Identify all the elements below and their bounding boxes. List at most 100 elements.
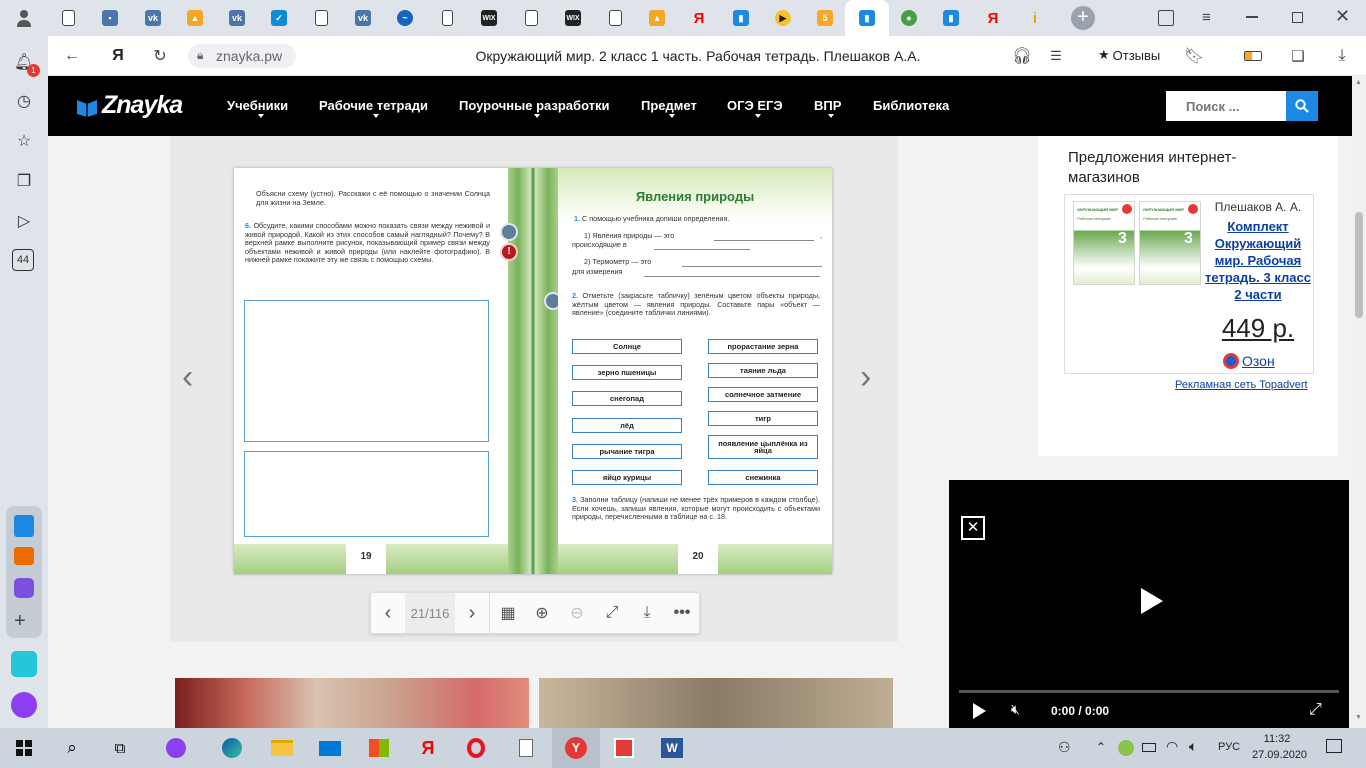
wifi-icon[interactable]: ◠: [1166, 738, 1178, 755]
tab-book-2[interactable]: ▮: [931, 0, 971, 36]
search-input[interactable]: [1166, 91, 1286, 121]
add-app-icon[interactable]: +: [14, 610, 26, 633]
tab-image[interactable]: ▲: [175, 0, 215, 36]
page-indicator[interactable]: 21/116: [405, 593, 455, 633]
answer-line-2b[interactable]: [644, 276, 820, 277]
star-icon[interactable]: ☆: [12, 129, 36, 153]
windows-start-icon[interactable]: [0, 728, 48, 768]
next-page-arrow[interactable]: ›: [860, 360, 871, 394]
nav-workbooks[interactable]: Рабочие тетради: [319, 98, 428, 118]
shop-link[interactable]: Озон: [1223, 353, 1275, 369]
object-box[interactable]: рычание тигра: [572, 444, 682, 459]
search-button[interactable]: [1286, 91, 1318, 121]
tab-vk[interactable]: vk: [133, 0, 173, 36]
extensions-icon[interactable]: ❏: [1286, 44, 1310, 68]
tab-doc[interactable]: [48, 0, 88, 36]
zoom-out-icon[interactable]: ⊖: [562, 593, 592, 633]
tray-chevron-icon[interactable]: ⌃: [1096, 740, 1106, 754]
object-box[interactable]: Солнце: [572, 339, 682, 354]
opera-icon[interactable]: [452, 728, 500, 768]
nav-subject[interactable]: Предмет: [641, 98, 697, 118]
product-cover[interactable]: ОКРУЖАЮЩИЙ МИР Рабочая тетрадь 3: [1073, 201, 1135, 285]
fullscreen-icon[interactable]: ⤢: [597, 593, 627, 633]
product-link[interactable]: Комплект Окружающий мир. Рабочая тетрадь…: [1205, 218, 1311, 303]
prev-page-arrow[interactable]: ‹: [182, 360, 193, 394]
yandex-app-icon[interactable]: Y: [552, 728, 600, 768]
phenomenon-box[interactable]: прорастание зерна: [708, 339, 818, 354]
mail-icon[interactable]: [306, 728, 354, 768]
object-box[interactable]: снегопад: [572, 391, 682, 406]
scroll-down-icon[interactable]: ▼: [1355, 714, 1362, 721]
play-icon[interactable]: [1141, 588, 1163, 614]
play-small-icon[interactable]: [973, 703, 986, 719]
close-icon[interactable]: ✕: [961, 516, 985, 540]
clock-date[interactable]: 27.09.2020: [1252, 749, 1307, 761]
tab-wix[interactable]: WIX: [469, 0, 509, 36]
phenomenon-box[interactable]: солнечное затмение: [708, 387, 818, 402]
tab-feather[interactable]: ~: [385, 0, 425, 36]
back-icon[interactable]: ←: [60, 44, 84, 68]
tray-app-icon[interactable]: [1118, 740, 1134, 756]
battery-icon[interactable]: [1244, 51, 1262, 61]
history-icon[interactable]: ◷: [12, 89, 36, 113]
video-progress[interactable]: [959, 690, 1339, 693]
close-window-icon[interactable]: ✕: [1335, 6, 1350, 27]
language-indicator[interactable]: РУС: [1218, 741, 1240, 753]
store-icon[interactable]: [355, 728, 403, 768]
download-icon[interactable]: ⤓: [632, 593, 662, 633]
fullscreen-icon[interactable]: ⤢: [1309, 701, 1322, 719]
nav-textbooks[interactable]: Учебники: [227, 98, 288, 118]
tab-yandex-2[interactable]: Я: [973, 0, 1013, 36]
nav-oge-ege[interactable]: ОГЭ ЕГЭ: [727, 98, 783, 118]
tab-image-2[interactable]: ▲: [637, 0, 677, 36]
mail-app-icon[interactable]: [14, 547, 34, 565]
object-box[interactable]: яйцо курицы: [572, 470, 682, 485]
edge-icon[interactable]: [208, 728, 256, 768]
people-icon[interactable]: ⚇: [1058, 739, 1071, 756]
collections-icon[interactable]: ❐: [12, 169, 36, 193]
tab-wix-2[interactable]: WIX: [553, 0, 593, 36]
product-price[interactable]: 449 р.: [1205, 313, 1311, 344]
url-field[interactable]: 🔒︎ znayka.pw: [188, 44, 296, 68]
new-tab-button[interactable]: +: [1071, 6, 1095, 30]
phenomenon-box[interactable]: тигр: [708, 411, 818, 426]
more-options-icon[interactable]: •••: [667, 593, 697, 633]
tab-doc-2[interactable]: [301, 0, 341, 36]
phenomenon-box[interactable]: появление цыплёнка из яйца: [708, 435, 818, 459]
scrollbar-thumb[interactable]: [1355, 212, 1363, 318]
grid-view-icon[interactable]: ▦: [493, 593, 523, 633]
word-icon[interactable]: W: [648, 728, 696, 768]
alice-icon[interactable]: [11, 692, 37, 718]
tab-vk-2[interactable]: vk: [217, 0, 257, 36]
restore-icon[interactable]: [1292, 12, 1303, 23]
nav-library[interactable]: Библиотека: [873, 98, 949, 113]
tab-chat[interactable]: ▪: [90, 0, 130, 36]
reviews-button[interactable]: ★ Отзывы: [1092, 44, 1166, 66]
tab-leaf[interactable]: ●: [889, 0, 929, 36]
tab-yandex[interactable]: Я: [679, 0, 719, 36]
tab-check[interactable]: ✓: [259, 0, 299, 36]
tab-bookmark[interactable]: [427, 0, 467, 36]
product-cover-2[interactable]: ОКРУЖАЮЩИЙ МИР Рабочая тетрадь 3: [1139, 201, 1201, 285]
notepad-icon[interactable]: [502, 728, 550, 768]
task-view-icon[interactable]: ⧉: [96, 728, 144, 768]
phenomenon-box[interactable]: таяние льда: [708, 363, 818, 378]
video-app-icon[interactable]: [11, 651, 37, 677]
search-icon[interactable]: ⌕: [48, 728, 96, 768]
tab-coin[interactable]: 5: [805, 0, 845, 36]
docs-app-icon[interactable]: [14, 515, 34, 537]
yandex-home-icon[interactable]: Я: [106, 44, 130, 68]
next-page-button[interactable]: ›: [457, 593, 487, 633]
play-circle-icon[interactable]: ▷: [12, 209, 36, 233]
prev-page-button[interactable]: ‹: [373, 593, 403, 633]
object-box[interactable]: лёд: [572, 418, 682, 433]
tab-vk-3[interactable]: vk: [343, 0, 383, 36]
yandex-browser-icon[interactable]: Я: [404, 728, 452, 768]
messenger-app-icon[interactable]: [14, 578, 34, 598]
menu-icon[interactable]: ≡: [1202, 9, 1211, 26]
site-logo[interactable]: Znayka: [76, 91, 183, 120]
tab-znayka-active[interactable]: ▮: [845, 0, 889, 36]
zoom-in-icon[interactable]: ⊕: [527, 593, 557, 633]
tab-info[interactable]: i: [1015, 0, 1055, 36]
tab-doc-4[interactable]: [595, 0, 635, 36]
